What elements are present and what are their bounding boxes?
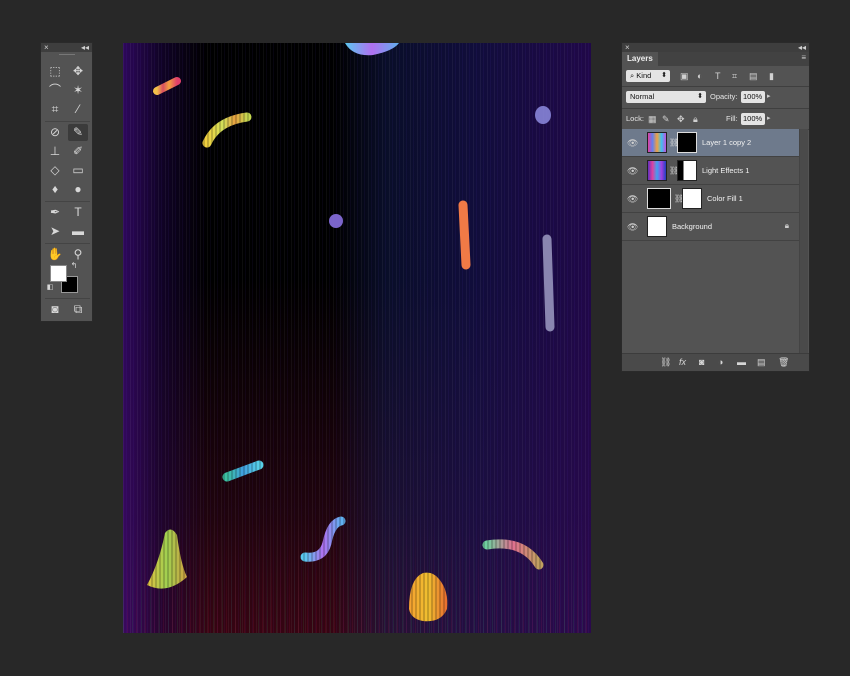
- filter-toggle-icon[interactable]: ▮: [769, 70, 774, 82]
- collapse-icon[interactable]: ◂◂: [81, 43, 89, 52]
- lock-transparent-icon[interactable]: ▦: [648, 113, 657, 125]
- lock-label: Lock:: [626, 114, 644, 123]
- path-selection-tool-icon[interactable]: ➤: [45, 223, 65, 240]
- magic-wand-tool-icon[interactable]: ✶: [68, 82, 88, 99]
- filter-adjustment-icon[interactable]: ◐: [697, 70, 702, 82]
- layer-name[interactable]: Color Fill 1: [707, 185, 743, 213]
- layers-panel: × ◂◂ Layers ≡ ⌕ Kind ⬍ ▣ ◐ T ⌗ ▤ ▮ Norma…: [621, 42, 810, 372]
- pen-tool-icon[interactable]: ✒: [45, 204, 65, 221]
- dodge-tool-icon[interactable]: ●: [68, 181, 88, 198]
- filter-kind-value: Kind: [636, 71, 652, 80]
- group-folder-icon[interactable]: ▬: [737, 356, 746, 368]
- filter-type-icon[interactable]: T: [715, 70, 721, 82]
- fill-input[interactable]: 100%: [741, 113, 765, 125]
- lock-position-icon[interactable]: ✥: [677, 113, 685, 125]
- lock-paint-icon[interactable]: ✎: [662, 113, 670, 125]
- screen-mode-icon[interactable]: ⧉: [68, 301, 88, 318]
- blur-tool-icon[interactable]: ♦: [45, 181, 65, 198]
- lock-row: Lock: ▦ ✎ ✥ 🔒︎ Fill: 100% ▸: [622, 109, 809, 129]
- layer-row-light-effects-1[interactable]: 👁︎ ⛓︎ Light Effects 1: [622, 157, 799, 185]
- search-icon: ⌕: [630, 71, 635, 80]
- layer-name[interactable]: Background: [672, 213, 712, 241]
- default-colors-icon[interactable]: ◧: [45, 283, 55, 293]
- panel-grip[interactable]: [41, 52, 92, 57]
- filter-kind-dropdown[interactable]: ⌕ Kind ⬍: [626, 70, 670, 82]
- filter-shape-icon[interactable]: ⌗: [732, 70, 737, 82]
- crop-tool-icon[interactable]: ⌗: [45, 101, 65, 118]
- layer-mask-thumbnail[interactable]: [682, 188, 702, 209]
- opacity-slider-icon[interactable]: ▸: [767, 91, 771, 103]
- quick-mask-icon[interactable]: ◙: [45, 301, 65, 318]
- move-tool-icon[interactable]: ✥: [68, 63, 88, 80]
- fill-label: Fill:: [726, 114, 738, 123]
- healing-brush-tool-icon[interactable]: ⊘: [45, 124, 65, 141]
- eye-icon[interactable]: 👁︎: [627, 166, 638, 176]
- link-layers-icon[interactable]: ⛓︎: [660, 356, 671, 368]
- opacity-label: Opacity:: [710, 92, 738, 101]
- tool-divider: [45, 121, 90, 122]
- clone-stamp-tool-icon[interactable]: ⊥: [45, 143, 65, 160]
- brush-tool-icon[interactable]: ✎: [68, 124, 88, 141]
- layer-thumbnail: [647, 160, 667, 181]
- add-mask-icon[interactable]: ◙: [699, 356, 704, 368]
- eye-icon[interactable]: 👁︎: [627, 194, 638, 204]
- rectangle-tool-icon[interactable]: ▬: [68, 223, 88, 240]
- chevron-down-icon: ⬍: [697, 93, 703, 100]
- eye-icon[interactable]: 👁︎: [627, 222, 638, 232]
- new-layer-icon[interactable]: ▤: [757, 356, 766, 368]
- filter-row: ⌕ Kind ⬍ ▣ ◐ T ⌗ ▤ ▮: [622, 67, 809, 85]
- layer-row-background[interactable]: 👁︎ Background 🔒︎: [622, 213, 799, 241]
- tools-panel-titlebar: × ◂◂: [41, 43, 92, 52]
- blend-mode-value: Normal: [630, 92, 655, 101]
- fx-icon[interactable]: fx: [679, 356, 686, 368]
- layer-thumbnail: [647, 216, 667, 237]
- opacity-input[interactable]: 100%: [741, 91, 765, 103]
- eye-icon[interactable]: 👁︎: [627, 138, 638, 148]
- filter-pixel-icon[interactable]: ▣: [680, 70, 689, 82]
- layer-name[interactable]: Layer 1 copy 2: [702, 129, 751, 157]
- fill-slider-icon[interactable]: ▸: [767, 113, 771, 125]
- layer-thumbnail: [647, 132, 667, 153]
- type-tool-icon[interactable]: T: [68, 204, 88, 221]
- foreground-color-swatch[interactable]: [50, 265, 67, 282]
- chevron-down-icon: ⬍: [661, 72, 667, 79]
- swap-colors-icon[interactable]: ↰: [69, 261, 79, 271]
- filter-smart-object-icon[interactable]: ▤: [749, 70, 758, 82]
- tab-layers[interactable]: Layers: [622, 52, 658, 66]
- close-icon[interactable]: ×: [625, 43, 630, 52]
- light-shapes: [147, 43, 555, 622]
- lock-all-icon[interactable]: 🔒︎: [693, 113, 698, 125]
- layers-bottom-bar: ⛓︎ fx ◙ ◑ ▬ ▤ 🗑︎: [622, 353, 809, 371]
- hand-tool-icon[interactable]: ✋: [45, 246, 65, 263]
- collapse-icon[interactable]: ◂◂: [798, 43, 806, 52]
- panel-tab-bar: Layers ≡: [622, 52, 809, 66]
- lasso-tool-icon[interactable]: ⌒: [45, 82, 65, 99]
- document-canvas[interactable]: [123, 43, 591, 633]
- layer-name[interactable]: Light Effects 1: [702, 157, 749, 185]
- layer-row-color-fill-1[interactable]: 👁︎ ⛓︎ Color Fill 1: [622, 185, 799, 213]
- layers-scrollbar[interactable]: [799, 129, 808, 353]
- tool-divider: [45, 243, 90, 244]
- tool-divider: [45, 201, 90, 202]
- panel-menu-icon[interactable]: ≡: [801, 53, 806, 62]
- eraser-tool-icon[interactable]: ◇: [45, 162, 65, 179]
- gradient-tool-icon[interactable]: ▭: [68, 162, 88, 179]
- layer-mask-thumbnail[interactable]: [677, 160, 697, 181]
- close-icon[interactable]: ×: [44, 43, 49, 52]
- layer-mask-thumbnail[interactable]: [677, 132, 697, 153]
- blend-row: Normal ⬍ Opacity: 100% ▸: [622, 87, 809, 107]
- layer-row-layer-1-copy-2[interactable]: 👁︎ ⛓︎ Layer 1 copy 2: [622, 129, 799, 157]
- layer-thumbnail: [647, 188, 671, 209]
- marquee-tool-icon[interactable]: ⬚: [45, 63, 65, 80]
- tools-panel: × ◂◂ ⬚ ✥ ⌒ ✶ ⌗ ⁄ ⊘ ✎ ⊥ ✐ ◇ ▭ ♦ ● ✒ T ➤ ▬…: [40, 42, 93, 322]
- blend-mode-dropdown[interactable]: Normal ⬍: [626, 91, 706, 103]
- adjustment-layer-icon[interactable]: ◑: [718, 356, 723, 368]
- history-brush-tool-icon[interactable]: ✐: [68, 143, 88, 160]
- tool-divider: [45, 298, 90, 299]
- eyedropper-tool-icon[interactable]: ⁄: [68, 101, 88, 118]
- trash-icon[interactable]: 🗑︎: [778, 356, 789, 368]
- layers-panel-titlebar: × ◂◂: [622, 43, 809, 52]
- lock-icon: 🔒︎: [784, 221, 789, 230]
